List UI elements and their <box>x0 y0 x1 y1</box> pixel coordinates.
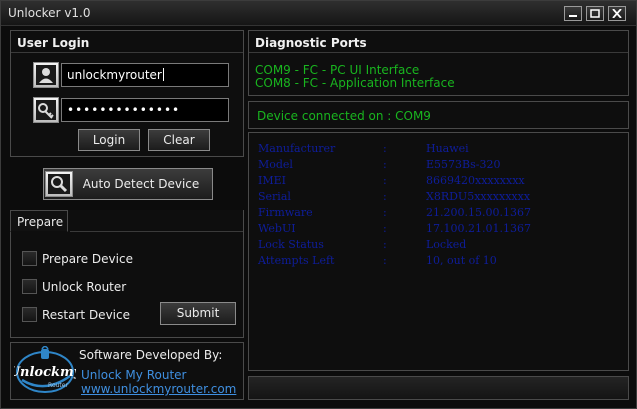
unlock-router-label: Unlock Router <box>42 280 127 294</box>
maximize-icon <box>590 9 600 18</box>
magnifier-icon <box>45 171 73 197</box>
key-icon <box>33 97 59 123</box>
prepare-panel: Prepare Prepare Device Unlock Router Res… <box>10 210 244 338</box>
maximize-button[interactable] <box>586 6 604 21</box>
connection-status: Device connected on : COM9 <box>257 109 431 123</box>
close-button[interactable] <box>608 6 626 21</box>
logo-subtext: Router <box>48 382 68 389</box>
tab-divider <box>70 231 243 232</box>
connection-status-panel: Device connected on : COM9 <box>248 101 629 129</box>
developer-heading: Software Developed By: <box>79 348 223 362</box>
clear-button[interactable]: Clear <box>148 129 210 151</box>
port-line: COM8 - FC - Application Interface <box>255 76 455 90</box>
unlockmyrouter-logo: Unlockmy Router <box>9 345 83 396</box>
logo-text: Unlockmy <box>14 365 76 380</box>
auto-detect-label: Auto Detect Device <box>82 177 200 191</box>
password-field[interactable]: •••••••••••••• <box>61 98 229 122</box>
prepare-device-label: Prepare Device <box>42 252 133 266</box>
text-caret <box>162 68 164 81</box>
diagnostic-ports-panel: Diagnostic Ports COM9 - FC - PC UI Inter… <box>248 30 629 96</box>
prepare-device-checkbox[interactable] <box>22 251 37 266</box>
user-login-header: User Login <box>11 31 243 53</box>
unlocker-window: Unlocker v1.0 User Login unlockmyrouter <box>0 0 637 409</box>
unlock-router-checkbox[interactable] <box>22 279 37 294</box>
port-line: COM9 - FC - PC UI Interface <box>255 63 420 77</box>
username-field[interactable]: unlockmyrouter <box>61 63 229 87</box>
tab-prepare[interactable]: Prepare <box>10 210 68 232</box>
restart-device-checkbox[interactable] <box>22 307 37 322</box>
minimize-button[interactable] <box>564 6 582 21</box>
user-icon <box>33 62 59 88</box>
user-login-panel: User Login unlockmyrouter ••••••••••••••… <box>10 30 244 157</box>
window-title: Unlocker v1.0 <box>8 6 91 20</box>
minimize-icon <box>569 15 577 17</box>
login-button[interactable]: Login <box>78 129 140 151</box>
submit-button[interactable]: Submit <box>160 302 236 325</box>
device-info-panel: Manufacturer : Huawei Model : E5573Bs-32… <box>248 132 629 371</box>
developer-url-link[interactable]: www.unlockmyrouter.com <box>81 382 236 396</box>
diagnostic-ports-header: Diagnostic Ports <box>249 31 628 53</box>
developer-panel: Unlockmy Router Software Developed By: U… <box>9 342 244 400</box>
developer-name: Unlock My Router <box>81 368 187 382</box>
password-value: •••••••••••••• <box>67 103 181 117</box>
title-bar[interactable]: Unlocker v1.0 <box>1 1 636 26</box>
username-value: unlockmyrouter <box>67 68 162 82</box>
progress-bar <box>248 376 629 400</box>
restart-device-label: Restart Device <box>42 308 130 322</box>
close-icon <box>612 9 622 18</box>
